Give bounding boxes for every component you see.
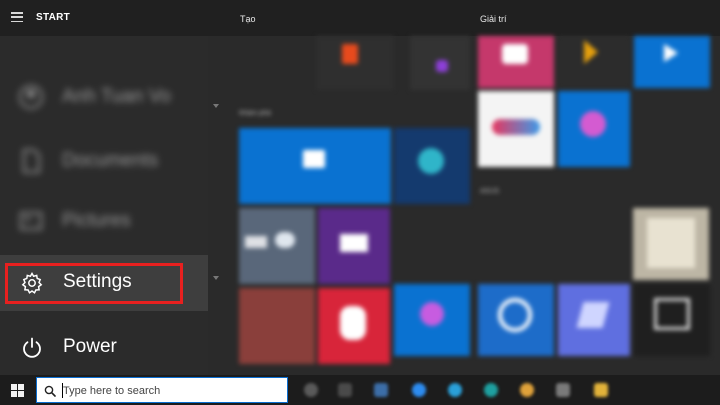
settings-label: Settings (63, 271, 132, 292)
pictures-label: Pictures (62, 210, 131, 231)
paint-tile[interactable] (558, 91, 630, 167)
taskbar-app-icon[interactable] (338, 383, 352, 397)
voice-recorder-tile[interactable] (478, 91, 554, 167)
gear-icon (21, 272, 43, 294)
speed-tile[interactable] (478, 284, 554, 356)
dolby-tile[interactable] (318, 208, 390, 284)
rail-item-power[interactable]: Power (0, 320, 208, 376)
office-tile[interactable] (316, 36, 394, 90)
app-tile[interactable] (318, 288, 390, 364)
start-menu-rail: Anh Tuan Vo Documents Pictures Settings … (0, 36, 208, 375)
rail-item-settings[interactable]: Settings (0, 255, 208, 311)
rail-item-documents[interactable]: Documents (0, 134, 208, 190)
tile-section-label: Khám phá (239, 110, 271, 117)
player-tile[interactable] (634, 36, 710, 88)
chrome-icon[interactable] (520, 383, 534, 397)
microsoft-edge-tile[interactable] (394, 128, 470, 204)
app-tile[interactable] (558, 284, 630, 356)
tile-group-entertainment-label: Giải trí (480, 14, 507, 24)
document-icon (23, 149, 40, 173)
hamburger-menu-icon[interactable] (11, 12, 23, 22)
tile-section-label: ASUS (480, 188, 500, 195)
taskbar-apps (296, 375, 626, 405)
task-view-icon[interactable] (304, 383, 318, 397)
rail-item-user[interactable]: Anh Tuan Vo (0, 70, 208, 126)
start-menu-header: START Tạo Giải trí (0, 0, 720, 36)
taskbar-search-box[interactable] (36, 377, 288, 403)
file-explorer-icon[interactable] (594, 383, 608, 397)
zoom-icon[interactable] (412, 383, 426, 397)
pictures-icon (20, 212, 42, 230)
paint-3d-tile[interactable] (394, 284, 470, 356)
search-icon (44, 385, 56, 397)
user-avatar-icon (19, 85, 43, 109)
app-tile[interactable] (634, 284, 710, 356)
windows-start-icon[interactable] (11, 384, 24, 397)
collapse-arrow-icon (213, 276, 219, 280)
store-icon[interactable] (374, 383, 388, 397)
start-title: START (36, 12, 71, 23)
news-tile[interactable] (239, 288, 315, 364)
skype-icon[interactable] (448, 383, 462, 397)
power-label: Power (63, 336, 117, 357)
power-icon (23, 337, 41, 358)
start-menu-screen: START Tạo Giải trí Anh Tuan Vo Documents… (0, 0, 720, 405)
weather-tile[interactable] (239, 208, 315, 284)
camera-tile[interactable] (478, 36, 554, 88)
search-input[interactable] (63, 382, 283, 399)
tile-group-create-label: Tạo (240, 14, 256, 24)
taskbar (0, 375, 720, 405)
edge-icon[interactable] (484, 383, 498, 397)
plex-tile[interactable] (558, 36, 630, 88)
collapse-arrow-icon (213, 104, 219, 108)
photo-tile[interactable] (633, 208, 709, 280)
rail-item-pictures[interactable]: Pictures (0, 194, 208, 250)
documents-label: Documents (62, 150, 159, 171)
app-tile[interactable] (410, 36, 470, 90)
microsoft-store-tile[interactable] (239, 128, 391, 204)
tile-area: Khám phá ASUS (222, 36, 720, 375)
user-name: Anh Tuan Vo (62, 86, 171, 107)
taskbar-app-icon[interactable] (556, 383, 570, 397)
